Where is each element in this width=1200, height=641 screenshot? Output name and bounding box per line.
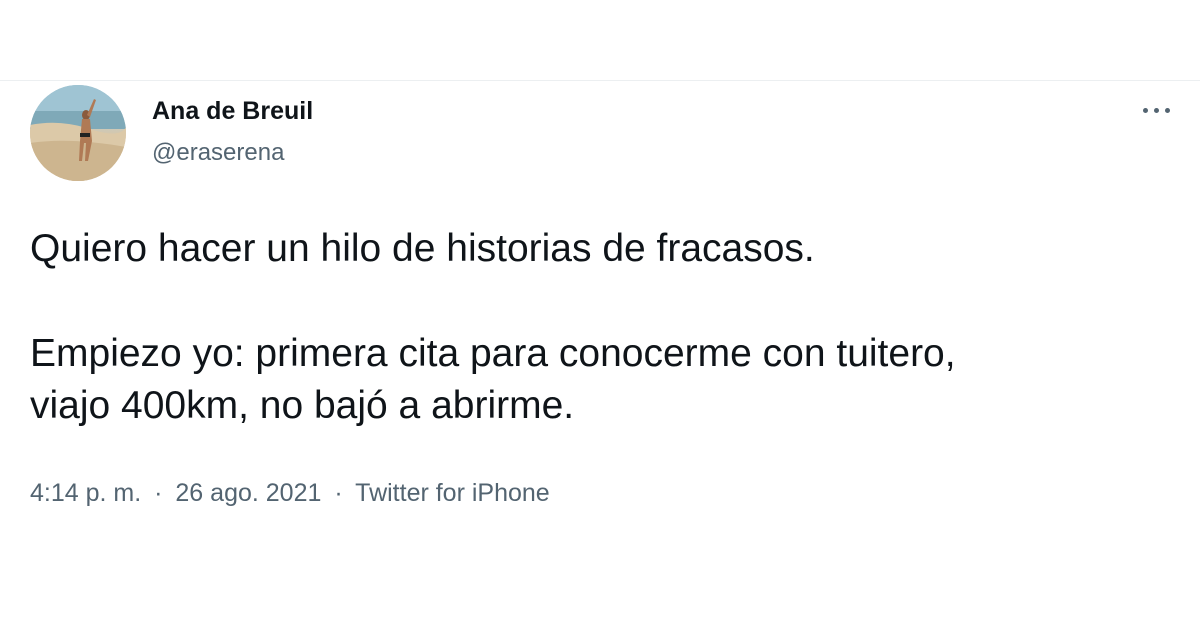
more-options-button[interactable]	[1136, 95, 1176, 125]
tweet-source-link[interactable]: Twitter for iPhone	[355, 479, 550, 507]
tweet-date-link[interactable]: 26 ago. 2021	[175, 479, 321, 507]
author-display-name[interactable]: Ana de Breuil	[152, 97, 313, 126]
beach-photo-avatar-image	[30, 85, 126, 181]
more-horizontal-icon	[1164, 107, 1170, 113]
meta-separator: ·	[334, 479, 343, 507]
tweet: Ana de Breuil @eraserena Quiero hacer un…	[0, 81, 1200, 641]
author-handle[interactable]: @eraserena	[152, 139, 284, 167]
tweet-text-paragraph: viajo 400km, no bajó a abrirme.	[30, 384, 575, 427]
meta-separator: ·	[154, 479, 163, 507]
tweet-metadata: 4:14 p. m. · 26 ago. 2021 · Twitter for …	[30, 479, 550, 508]
avatar[interactable]	[30, 85, 126, 181]
more-horizontal-icon	[1142, 107, 1148, 113]
tweet-text-paragraph: Quiero hacer un hilo de historias de fra…	[30, 227, 815, 270]
tweet-text: Quiero hacer un hilo de historias de fra…	[30, 223, 1170, 432]
more-horizontal-icon	[1153, 107, 1159, 113]
tweet-time-link[interactable]: 4:14 p. m.	[30, 479, 141, 507]
tweet-text-paragraph: Empiezo yo: primera cita para conocerme …	[30, 332, 956, 375]
